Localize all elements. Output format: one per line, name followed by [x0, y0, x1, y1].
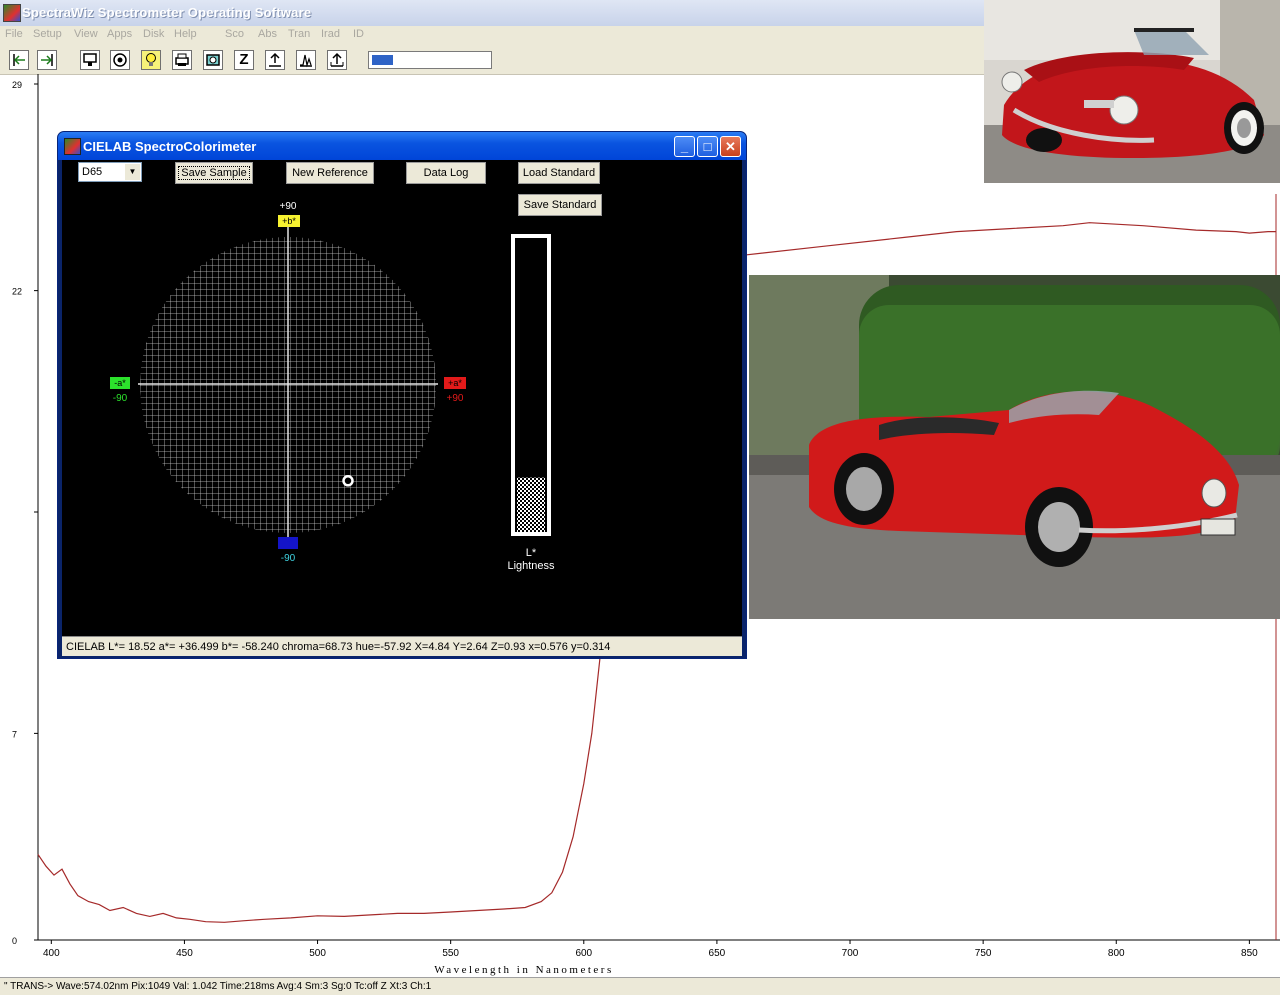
- y-ticks: 29 22 7 0: [12, 80, 38, 946]
- export-icon[interactable]: [327, 50, 347, 70]
- new-reference-button[interactable]: New Reference: [286, 162, 374, 184]
- minimize-icon[interactable]: _: [674, 136, 695, 157]
- b-plus-tag: +b*: [278, 215, 300, 227]
- cielab-dialog-titlebar[interactable]: CIELAB SpectroColorimeter _ □ ✕: [58, 132, 746, 160]
- lightness-symbol: L*: [525, 547, 537, 559]
- load-standard-button[interactable]: Load Standard: [518, 162, 600, 184]
- x-tick-label-700: 700: [842, 948, 859, 959]
- menu-abs[interactable]: Abs: [258, 28, 277, 40]
- main-statusbar: " TRANS-> Wave:574.02nm Pix:1049 Val: 1.…: [0, 977, 1280, 995]
- menu-view[interactable]: View: [74, 28, 98, 40]
- b-plus-value: +90: [279, 201, 297, 212]
- a-plus-tag: +a*: [444, 377, 466, 389]
- app-titlebar: SpectraWiz Spectrometer Operating Softwa…: [0, 0, 984, 27]
- illuminant-select[interactable]: D65 ▼: [78, 162, 142, 182]
- ab-grid: [140, 237, 436, 533]
- b-minus-value: -90: [280, 553, 296, 564]
- red-roadster-photo: [749, 275, 1280, 619]
- menu-tran[interactable]: Tran: [288, 28, 310, 40]
- x-tick-label-750: 750: [975, 948, 992, 959]
- x-tick-label-550: 550: [442, 948, 459, 959]
- lamp-icon[interactable]: [141, 50, 161, 70]
- a-minus-tag: -a*: [110, 377, 130, 389]
- cielab-panel: D65 ▼ Save Sample New Reference Data Log…: [62, 160, 742, 636]
- x-ticks: 400 450 500 550 600 650 700 750 800 850: [43, 940, 1258, 959]
- cielab-dialog-title: CIELAB SpectroColorimeter: [83, 139, 257, 154]
- ab-chromaticity-plot: [138, 224, 551, 548]
- menu-apps[interactable]: Apps: [107, 28, 132, 40]
- menu-irad[interactable]: Irad: [321, 28, 340, 40]
- cielab-dialog[interactable]: CIELAB SpectroColorimeter _ □ ✕ D65 ▼ Sa…: [57, 131, 747, 659]
- x-tick-label-800: 800: [1108, 948, 1125, 959]
- x-tick-label-650: 650: [709, 948, 726, 959]
- x-tick-label-450: 450: [176, 948, 193, 959]
- x-tick-label-600: 600: [575, 948, 592, 959]
- menu-file[interactable]: File: [5, 28, 23, 40]
- record-icon[interactable]: [110, 50, 130, 70]
- menu-help[interactable]: Help: [174, 28, 197, 40]
- save-sample-label: Save Sample: [178, 166, 250, 180]
- z-zero-icon[interactable]: Z: [234, 50, 254, 70]
- toolbar: Z: [0, 46, 984, 75]
- cielab-app-icon: [64, 138, 81, 155]
- menubar: File Setup View Apps Disk Help Sco Abs T…: [0, 26, 984, 46]
- peaks-icon[interactable]: [296, 50, 316, 70]
- y-tick-label-7: 7: [12, 729, 17, 739]
- red-convertible-photo: [984, 0, 1280, 183]
- app-icon: [3, 4, 21, 22]
- x-tick-label-400: 400: [43, 948, 60, 959]
- y-tick-label-29: 29: [12, 80, 22, 90]
- progress-fill: [372, 55, 393, 65]
- camera-icon[interactable]: [203, 50, 223, 70]
- menu-sco[interactable]: Sco: [225, 28, 244, 40]
- lightness-caption: Lightness: [507, 560, 555, 572]
- a-minus-value: -90: [112, 393, 128, 404]
- cielab-statusbar: CIELAB L*= 18.52 a*= +36.499 b*= -58.240…: [62, 636, 742, 656]
- y-tick-label-22: 22: [12, 287, 22, 297]
- progress-gap: [395, 54, 403, 67]
- x-axis-label: Wavelength in Nanometers: [434, 964, 613, 976]
- b-minus-tag: -b*: [278, 537, 298, 549]
- save-sample-button[interactable]: Save Sample: [175, 162, 253, 184]
- a-plus-value: +90: [446, 393, 464, 404]
- chevron-down-icon[interactable]: ▼: [125, 164, 140, 180]
- step-left-icon[interactable]: [9, 50, 29, 70]
- upload-icon[interactable]: [265, 50, 285, 70]
- x-tick-label-500: 500: [309, 948, 326, 959]
- menu-id[interactable]: ID: [353, 28, 364, 40]
- illuminant-value: D65: [82, 166, 103, 178]
- data-log-button[interactable]: Data Log: [406, 162, 486, 184]
- close-icon[interactable]: ✕: [720, 136, 741, 157]
- x-tick-label-850: 850: [1241, 948, 1258, 959]
- acquisition-progress: [368, 51, 492, 69]
- monitor-icon[interactable]: [80, 50, 100, 70]
- lightness-fill: [517, 477, 545, 532]
- step-right-icon[interactable]: [37, 50, 57, 70]
- save-standard-button[interactable]: Save Standard: [518, 194, 602, 216]
- menu-disk[interactable]: Disk: [143, 28, 164, 40]
- printer-icon[interactable]: [172, 50, 192, 70]
- maximize-icon[interactable]: □: [697, 136, 718, 157]
- lightness-bar: [511, 234, 551, 536]
- sample-marker: [342, 475, 354, 487]
- menu-setup[interactable]: Setup: [33, 28, 62, 40]
- app-title: SpectraWiz Spectrometer Operating Softwa…: [22, 5, 312, 20]
- y-tick-label-0: 0: [12, 936, 17, 946]
